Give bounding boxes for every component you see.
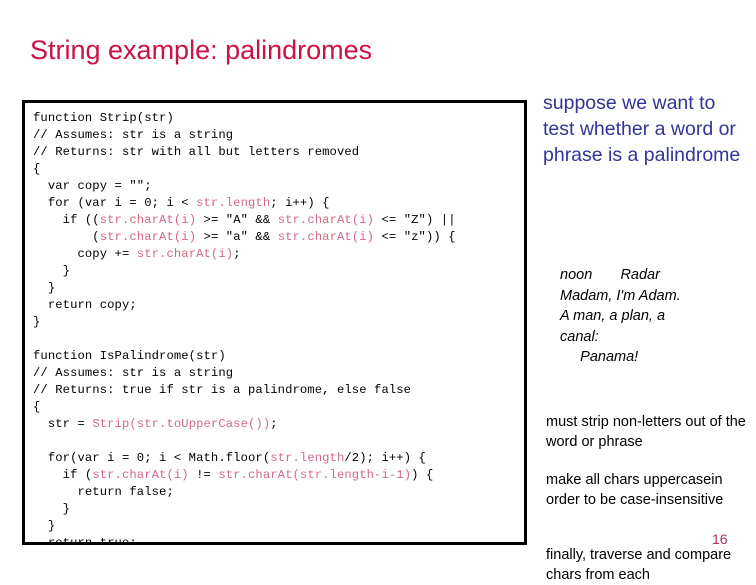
code-line: } <box>33 280 456 297</box>
code-token-highlighted: str.charAt(i) <box>277 230 375 244</box>
code-line: } <box>33 501 456 518</box>
code-line: function Strip(str) <box>33 110 456 127</box>
palindrome-examples: noon Radar Madam, I'm Adam. A man, a pla… <box>560 267 681 365</box>
code-token: // Returns: str with all but letters rem… <box>33 145 360 159</box>
code-line: } <box>33 314 456 331</box>
code-token-highlighted: str.charAt(i) <box>92 468 189 482</box>
code-token: if ( <box>33 468 93 482</box>
note-traverse-compare: finally, traverse and compare chars from… <box>546 547 732 583</box>
code-line: if ((str.charAt(i) >= "A" && str.charAt(… <box>33 212 456 229</box>
code-line: (str.charAt(i) >= "a" && str.charAt(i) <… <box>33 229 456 246</box>
code-token: ; <box>233 247 241 261</box>
code-token: } <box>33 502 71 516</box>
code-token-highlighted: str.length <box>270 451 345 465</box>
code-line: for (var i = 0; i < str.length; i++) { <box>33 195 456 212</box>
code-token: >= "a" && <box>196 230 278 244</box>
code-token: for (var i = 0; i < <box>33 196 197 210</box>
code-line: copy += str.charAt(i); <box>33 246 456 263</box>
code-token: <= "z")) { <box>374 230 456 244</box>
code-line: return true; <box>33 535 456 545</box>
code-token: if (( <box>33 213 100 227</box>
code-token: function Strip(str) <box>33 111 174 125</box>
code-token: >= "A" && <box>196 213 278 227</box>
code-token: ( <box>33 230 100 244</box>
code-token: return copy; <box>33 298 137 312</box>
code-token-highlighted: str.charAt(i) <box>136 247 234 261</box>
code-token-highlighted: Strip(str.toUpperCase()) <box>92 417 271 431</box>
code-token: var copy = ""; <box>33 179 152 193</box>
code-token: } <box>33 519 56 533</box>
code-token: /2); i++) { <box>344 451 426 465</box>
code-token: != <box>188 468 219 482</box>
code-token-highlighted: str.charAt(i) <box>99 213 197 227</box>
code-token-highlighted: str.charAt(i) <box>99 230 197 244</box>
code-token: for(var i = 0; i < Math.floor( <box>33 451 271 465</box>
page-title: String example: palindromes <box>30 35 373 65</box>
code-line: // Returns: true if str is a palindrome,… <box>33 382 456 399</box>
code-token-highlighted: str.charAt(i) <box>277 213 375 227</box>
code-block-panel: function Strip(str) // Assumes: str is a … <box>22 100 527 545</box>
code-token: return false; <box>33 485 174 499</box>
code-line: if (str.charAt(i) != str.charAt(str.leng… <box>33 467 456 484</box>
code-token: { <box>33 400 41 414</box>
code-line: // Assumes: str is a string <box>33 365 456 382</box>
note-strip-non-letters: must strip non-letters out of the word o… <box>546 414 746 450</box>
code-line: for(var i = 0; i < Math.floor(str.length… <box>33 450 456 467</box>
code-line: } <box>33 263 456 280</box>
code-line: } <box>33 518 456 535</box>
note-uppercase: make all chars uppercasein order to be c… <box>546 472 724 508</box>
code-token: // Returns: true if str is a palindrome,… <box>33 383 412 397</box>
code-token: } <box>33 264 71 278</box>
code-line: // Returns: str with all but letters rem… <box>33 144 456 161</box>
code-token: ; i++) { <box>270 196 330 210</box>
code-token-highlighted: str.length <box>196 196 271 210</box>
code-line: { <box>33 399 456 416</box>
code-line: return false; <box>33 484 456 501</box>
code-token: } <box>33 281 56 295</box>
code-line: { <box>33 161 456 178</box>
code-token: <= "Z") || <box>374 213 456 227</box>
lead-paragraph: suppose we want to test whether a word o… <box>543 92 741 166</box>
code-token: { <box>33 162 41 176</box>
code-line: var copy = ""; <box>33 178 456 195</box>
code-line: str = Strip(str.toUpperCase()); <box>33 416 456 433</box>
code-token: ; <box>270 417 278 431</box>
code-line: // Assumes: str is a string <box>33 127 456 144</box>
code-token-highlighted: str.charAt(str.length-i-1) <box>218 468 412 482</box>
page-number: 16 <box>712 531 728 547</box>
code-token: str = <box>33 417 93 431</box>
code-token: ) { <box>411 468 434 482</box>
code-token: } <box>33 315 41 329</box>
code-token: function IsPalindrome(str) <box>33 349 226 363</box>
code-token: return true; <box>33 536 137 545</box>
code-line: function IsPalindrome(str) <box>33 348 456 365</box>
code-token: // Assumes: str is a string <box>33 128 234 142</box>
code-listing: function Strip(str) // Assumes: str is a … <box>33 110 456 545</box>
code-token: // Assumes: str is a string <box>33 366 234 380</box>
code-token: copy += <box>33 247 137 261</box>
code-line: return copy; <box>33 297 456 314</box>
